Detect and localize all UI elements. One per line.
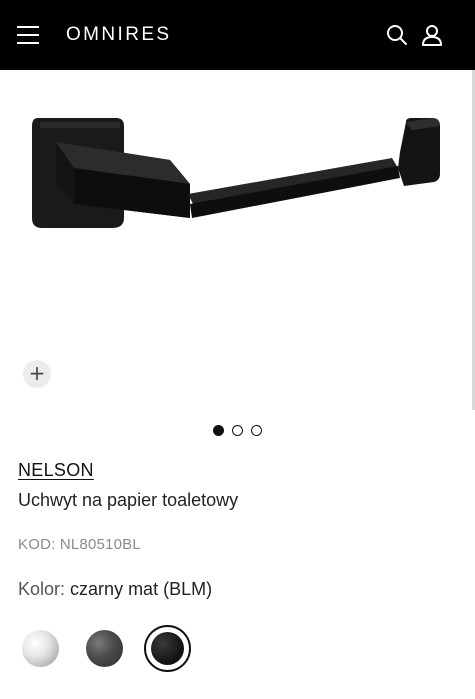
- search-icon[interactable]: [386, 24, 408, 46]
- user-icon[interactable]: [421, 24, 443, 46]
- color-label: Kolor:: [18, 579, 66, 599]
- top-navigation-bar: OMNIRES: [0, 0, 475, 70]
- product-photo: [32, 118, 440, 228]
- hamburger-menu-icon[interactable]: [17, 26, 39, 44]
- product-image-gallery[interactable]: +: [0, 70, 475, 410]
- carousel-dot-3[interactable]: [251, 425, 262, 436]
- carousel-pagination: [213, 425, 262, 437]
- swatch-chrome[interactable]: [22, 630, 59, 667]
- brand-logo[interactable]: OMNIRES: [66, 24, 171, 46]
- zoom-button[interactable]: +: [23, 360, 51, 388]
- product-title: Uchwyt na papier toaletowy: [18, 490, 239, 510]
- carousel-dot-1[interactable]: [213, 425, 224, 436]
- swatch-black-matte-selected[interactable]: [144, 625, 191, 672]
- color-value: czarny mat (BLM): [70, 579, 213, 599]
- plus-icon: +: [28, 361, 46, 385]
- product-code: KOD: NL80510BL: [18, 536, 141, 553]
- carousel-dot-2[interactable]: [232, 425, 243, 436]
- swatch-black-matte[interactable]: [151, 632, 184, 665]
- selected-color-line: Kolor: czarny mat (BLM): [18, 579, 212, 600]
- product-series-link[interactable]: NELSON: [18, 460, 94, 481]
- swatch-graphite[interactable]: [86, 630, 123, 667]
